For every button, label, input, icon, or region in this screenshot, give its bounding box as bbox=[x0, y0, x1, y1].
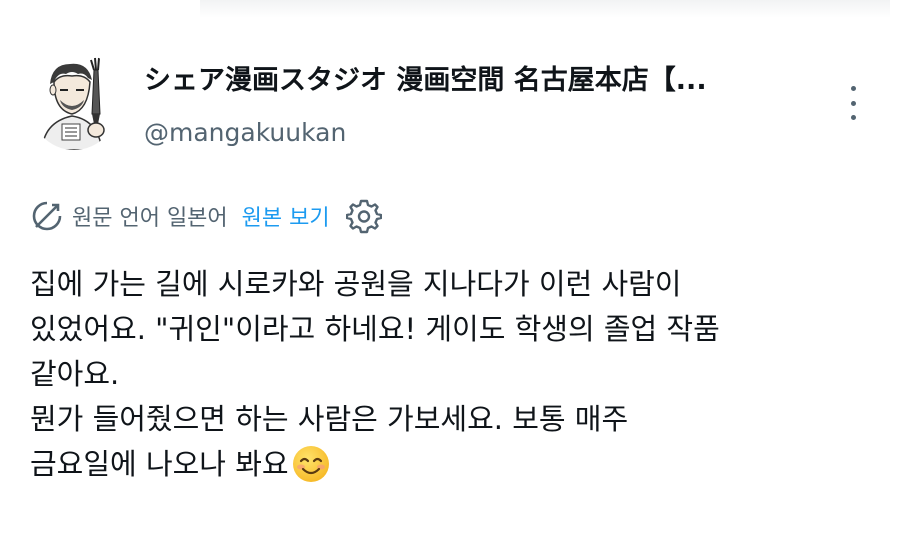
gear-icon[interactable] bbox=[345, 198, 382, 234]
top-fade bbox=[200, 0, 890, 18]
translate-icon bbox=[32, 201, 62, 231]
original-language-label: 원문 언어 일본어 bbox=[72, 206, 228, 231]
avatar-illustration bbox=[28, 50, 120, 150]
translation-bar: 원문 언어 일본어 원본 보기 bbox=[30, 196, 382, 236]
avatar[interactable] bbox=[28, 50, 120, 150]
tweet-line: 뭔가 들어줬으면 하는 사람은 가보세요. 보통 매주 bbox=[30, 402, 629, 436]
display-name[interactable]: シェア漫画スタジオ 漫画空間 名古屋本店【... bbox=[144, 62, 830, 100]
more-dot bbox=[850, 100, 856, 106]
view-original-link[interactable]: 원본 보기 bbox=[242, 200, 330, 232]
more-dot bbox=[850, 115, 856, 120]
smiling-face-emoji bbox=[292, 446, 329, 482]
more-options-icon[interactable] bbox=[840, 86, 866, 120]
tweet-line: 집에 가는 길에 시로카와 공원을 지나다가 이런 사람이 bbox=[30, 267, 682, 301]
tweet-text: 집에 가는 길에 시로카와 공원을 지나다가 이런 사람이 있었어요. "귀인"… bbox=[30, 262, 890, 487]
handle[interactable]: @mangakuukan bbox=[144, 116, 346, 150]
tweet-line: 있었어요. "귀인"이라고 하네요! 게이도 학생의 졸업 작품 bbox=[30, 312, 720, 346]
tweet-line-text: 금요일에 나오나 봐요 bbox=[30, 447, 289, 481]
tweet-line-last: 금요일에 나오나 봐요 bbox=[30, 442, 890, 487]
more-dot bbox=[850, 86, 856, 91]
tweet-line: 같아요. bbox=[30, 357, 120, 391]
